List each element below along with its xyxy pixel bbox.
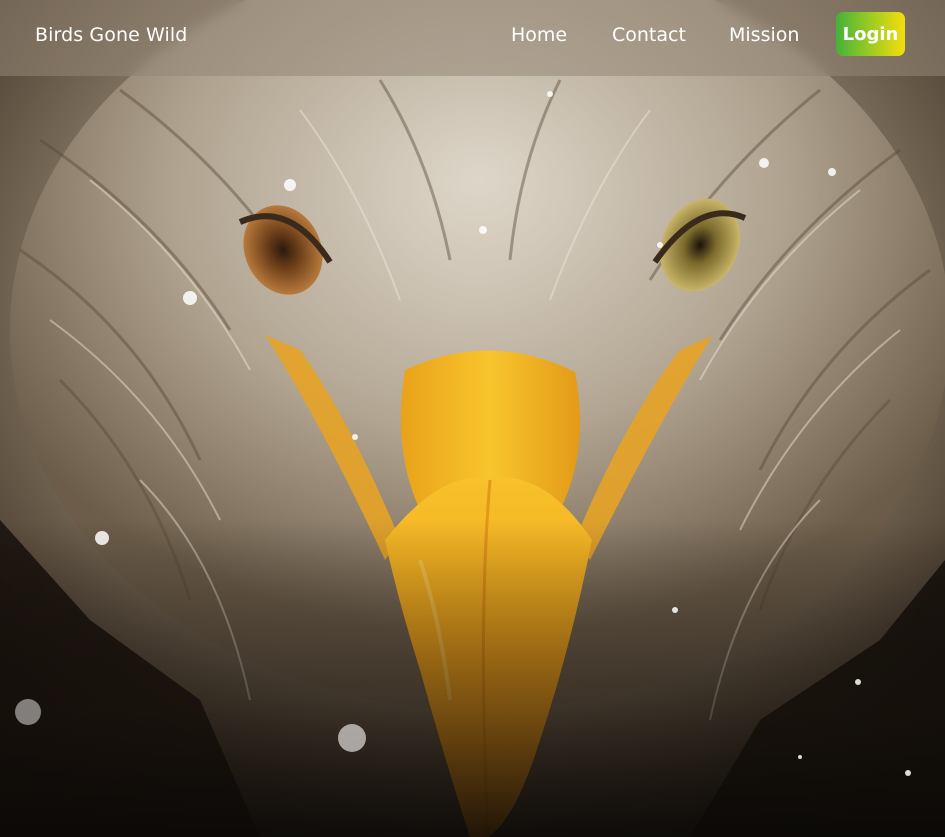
nav-link-home[interactable]: Home [511, 24, 567, 46]
nav-links: Home Contact Mission [0, 24, 945, 54]
eagle-photo-icon [0, 0, 945, 837]
nav-link-mission[interactable]: Mission [729, 24, 799, 46]
page: Birds Gone Wild Home Contact Mission Log… [0, 0, 945, 837]
login-button[interactable]: Login [836, 12, 905, 56]
hero-image [0, 0, 945, 837]
nav-link-contact[interactable]: Contact [612, 24, 686, 46]
top-navbar: Birds Gone Wild Home Contact Mission Log… [0, 0, 945, 76]
